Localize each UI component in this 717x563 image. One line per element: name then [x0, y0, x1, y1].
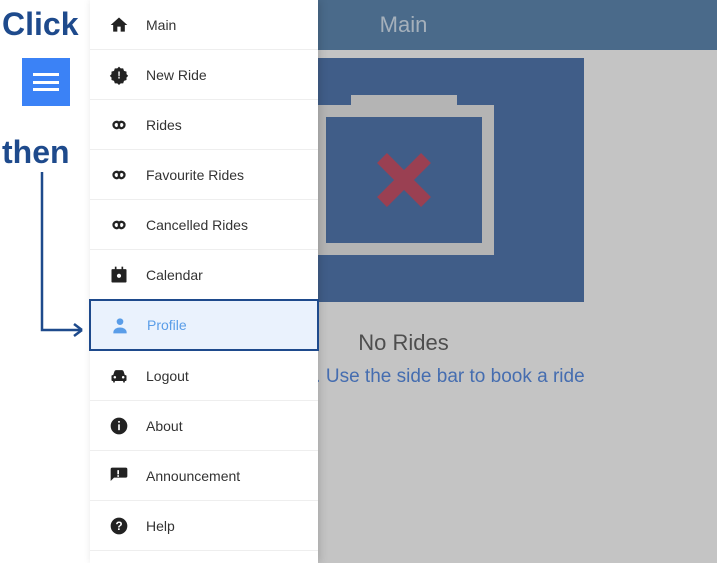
sidebar-item-announcement[interactable]: Announcement — [90, 451, 318, 501]
badge-icon: ! — [108, 64, 130, 86]
sidebar-item-cancelled-rides[interactable]: Cancelled Rides — [90, 200, 318, 250]
sidebar-item-calendar[interactable]: Calendar — [90, 250, 318, 300]
sidebar-item-label: Rides — [146, 117, 182, 133]
person-icon — [109, 314, 131, 336]
sidebar-item-label: Help — [146, 518, 175, 534]
sidebar-item-label: Logout — [146, 368, 189, 384]
help-icon: ? — [108, 515, 130, 537]
sidebar: Main! New Ride Rides Favourite Rides Cancell… — [90, 0, 318, 563]
sidebar-item-new-ride[interactable]: ! New Ride — [90, 50, 318, 100]
sidebar-item-label: Profile — [147, 317, 187, 333]
infinity-icon — [108, 114, 130, 136]
annotation-then-label: then — [2, 134, 70, 171]
announcement-icon — [108, 465, 130, 487]
hamburger-icon — [33, 73, 59, 91]
car-icon — [108, 365, 130, 387]
sidebar-item-help[interactable]: ? Help — [90, 501, 318, 551]
hamburger-menu-button[interactable] — [22, 58, 70, 106]
svg-text:?: ? — [115, 520, 122, 533]
sidebar-item-label: New Ride — [146, 67, 207, 83]
sidebar-item-rides[interactable]: Rides — [90, 100, 318, 150]
info-icon — [108, 415, 130, 437]
sidebar-item-label: Announcement — [146, 468, 240, 484]
sidebar-item-label: Cancelled Rides — [146, 217, 248, 233]
sidebar-item-label: Main — [146, 17, 176, 33]
home-icon — [108, 14, 130, 36]
calendar-icon — [108, 264, 130, 286]
sidebar-item-label: Calendar — [146, 267, 203, 283]
sidebar-item-label: Favourite Rides — [146, 167, 244, 183]
sidebar-item-profile[interactable]: Profile — [89, 299, 319, 351]
app-container: Main No Rides nding rides. Use the side … — [90, 0, 717, 563]
sidebar-item-logout[interactable]: Logout — [90, 351, 318, 401]
sidebar-item-about[interactable]: About — [90, 401, 318, 451]
svg-text:!: ! — [117, 70, 120, 81]
annotation-click-label: Click — [2, 6, 78, 43]
infinity-icon — [108, 164, 130, 186]
annotation-arrow — [38, 172, 88, 342]
sidebar-item-label: About — [146, 418, 183, 434]
sidebar-item-main[interactable]: Main — [90, 0, 318, 50]
infinity-icon — [108, 214, 130, 236]
sidebar-item-favourite-rides[interactable]: Favourite Rides — [90, 150, 318, 200]
